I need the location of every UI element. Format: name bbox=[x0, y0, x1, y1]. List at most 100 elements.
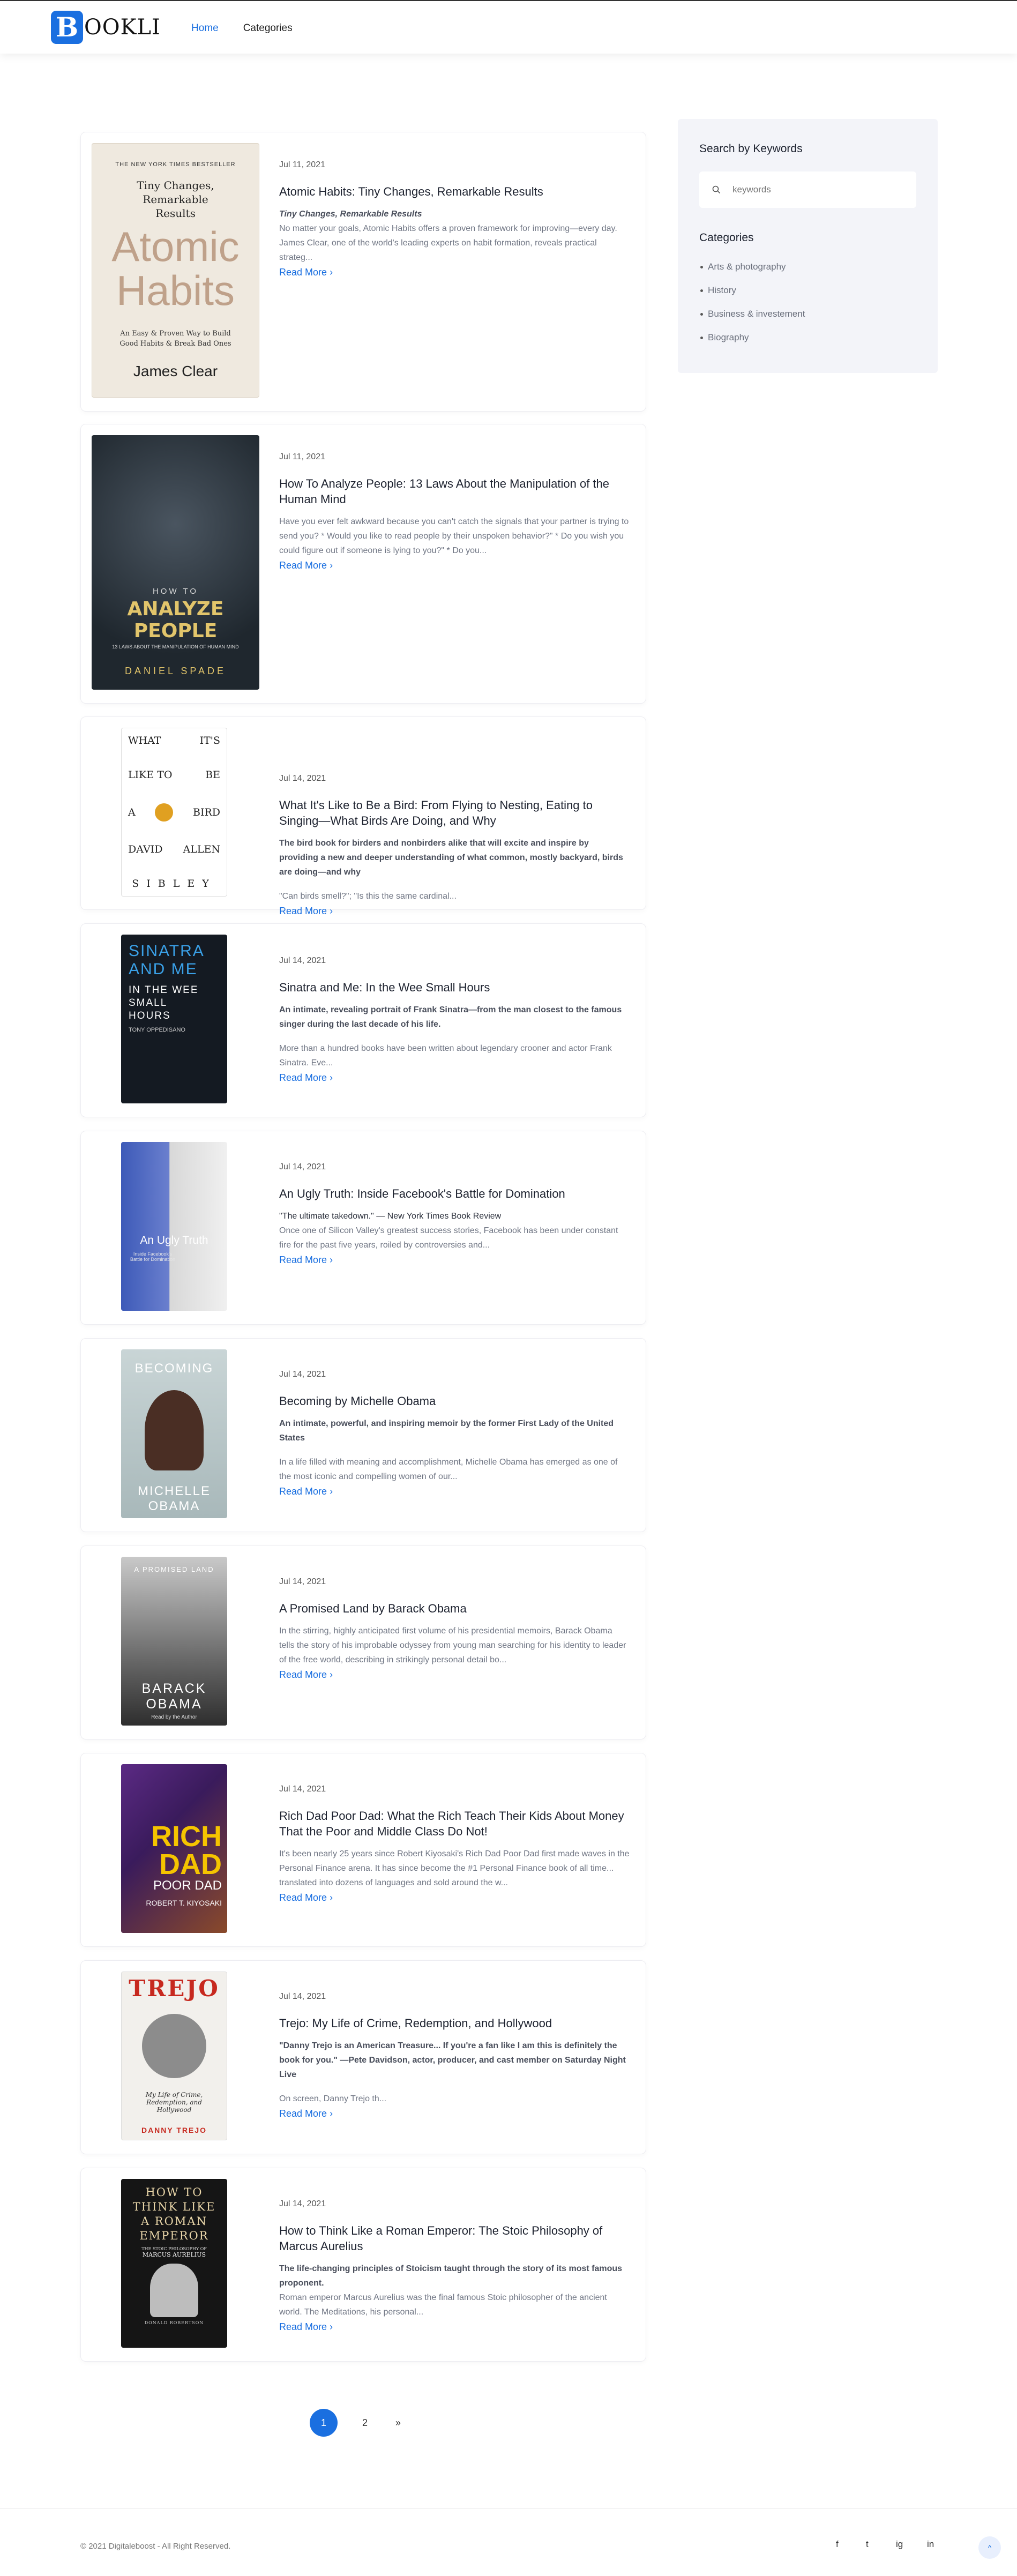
category-link[interactable]: History bbox=[700, 285, 736, 296]
cover-text: Read by the Author bbox=[151, 1714, 197, 1720]
post-card: TREJO My Life of Crime, Redemption, and … bbox=[80, 1960, 646, 2154]
read-more-link[interactable]: Read More › bbox=[279, 1072, 333, 1084]
post-title[interactable]: An Ugly Truth: Inside Facebook's Battle … bbox=[279, 1186, 630, 1201]
read-more-link[interactable]: Read More › bbox=[279, 2321, 333, 2333]
next-page-icon[interactable]: » bbox=[390, 2409, 406, 2437]
post-title[interactable]: What It's Like to Be a Bird: From Flying… bbox=[279, 797, 630, 828]
read-more-link[interactable]: Read More › bbox=[279, 1255, 333, 1266]
cover-text: 13 LAWS ABOUT THE MANIPULATION OF HUMAN … bbox=[112, 644, 239, 649]
cover-author: MICHELLE bbox=[137, 1484, 211, 1498]
read-more-link[interactable]: Read More › bbox=[279, 1486, 333, 1497]
chevron-right-icon: › bbox=[330, 1255, 333, 1265]
book-cover[interactable]: An Ugly Truth Inside Facebook's Battle f… bbox=[121, 1142, 227, 1311]
post-body: Jul 14, 2021 Rich Dad Poor Dad: What the… bbox=[279, 1784, 630, 1903]
post-card: SINATRA AND ME IN THE WEE SMALL HOURS TO… bbox=[80, 923, 646, 1117]
main-nav: Home Categories bbox=[191, 23, 293, 34]
post-title[interactable]: Sinatra and Me: In the Wee Small Hours bbox=[279, 980, 630, 995]
pagination: 1 2 » bbox=[310, 2409, 417, 2437]
cover-title: SINATRA bbox=[129, 942, 205, 960]
cover-text: BE bbox=[205, 768, 220, 781]
post-title[interactable]: Atomic Habits: Tiny Changes, Remarkable … bbox=[279, 184, 630, 199]
read-more-label: Read More bbox=[279, 906, 327, 916]
post-body: Jul 14, 2021 How to Think Like a Roman E… bbox=[279, 2199, 630, 2333]
read-more-link[interactable]: Read More › bbox=[279, 906, 333, 917]
twitter-icon[interactable]: t bbox=[866, 2539, 869, 2550]
cover-text: LIKE TO bbox=[128, 768, 173, 781]
cover-text: IT'S bbox=[199, 735, 220, 746]
post-description: No matter your goals, Atomic Habits offe… bbox=[279, 224, 617, 262]
cover-title: A ROMAN bbox=[141, 2215, 207, 2228]
read-more-label: Read More bbox=[279, 1486, 327, 1497]
book-cover[interactable]: RICH DAD POOR DAD ROBERT T. KIYOSAKI bbox=[121, 1764, 227, 1933]
read-more-link[interactable]: Read More › bbox=[279, 560, 333, 571]
cover-title: EMPEROR bbox=[139, 2229, 209, 2242]
post-card: BECOMING MICHELLE OBAMA Jul 14, 2021 Bec… bbox=[80, 1338, 646, 1532]
post-body: Jul 14, 2021 An Ugly Truth: Inside Faceb… bbox=[279, 1162, 630, 1266]
post-title[interactable]: How To Analyze People: 13 Laws About the… bbox=[279, 476, 630, 507]
post-description: More than a hundred books have been writ… bbox=[279, 1044, 612, 1067]
logo[interactable]: B OOKLI bbox=[51, 11, 161, 44]
post-title[interactable]: A Promised Land by Barack Obama bbox=[279, 1601, 630, 1616]
category-link[interactable]: Arts & photography bbox=[700, 262, 786, 272]
nav-home[interactable]: Home bbox=[191, 23, 219, 34]
cover-title: RICH bbox=[151, 1820, 222, 1853]
search-box bbox=[699, 171, 916, 208]
post-title[interactable]: Rich Dad Poor Dad: What the Rich Teach T… bbox=[279, 1808, 630, 1839]
post-title[interactable]: How to Think Like a Roman Emperor: The S… bbox=[279, 2223, 630, 2254]
book-cover[interactable]: HOW TO ANALYZE PEOPLE 13 LAWS ABOUT THE … bbox=[92, 435, 259, 690]
read-more-label: Read More bbox=[279, 2321, 327, 2332]
chevron-right-icon: › bbox=[330, 1892, 333, 1903]
cover-author: ROBERT T. KIYOSAKI bbox=[146, 1898, 222, 1907]
post-description: In the stirring, highly anticipated firs… bbox=[279, 1626, 626, 1664]
category-link[interactable]: Business & investement bbox=[700, 309, 805, 319]
search-icon bbox=[712, 185, 721, 194]
book-cover[interactable]: TREJO My Life of Crime, Redemption, and … bbox=[121, 1972, 227, 2140]
post-description: Once one of Silicon Valley's greatest su… bbox=[279, 1226, 618, 1250]
book-cover[interactable]: BECOMING MICHELLE OBAMA bbox=[121, 1349, 227, 1518]
book-cover[interactable]: WHAT IT'S LIKE TO BE A BIRD DAVID ALLEN SIBL… bbox=[121, 728, 227, 897]
portrait-image bbox=[145, 1390, 204, 1470]
instagram-icon[interactable]: ig bbox=[896, 2539, 903, 2550]
portrait-image bbox=[142, 2014, 206, 2079]
chevron-right-icon: › bbox=[330, 267, 333, 278]
post-body: Jul 14, 2021 What It's Like to Be a Bird… bbox=[279, 774, 630, 917]
linkedin-icon[interactable]: in bbox=[927, 2539, 934, 2550]
scroll-top-button[interactable]: ^ bbox=[978, 2536, 1001, 2559]
post-description: On screen, Danny Trejo th... bbox=[279, 2094, 387, 2103]
cover-title: AND ME bbox=[129, 960, 198, 978]
search-input[interactable] bbox=[732, 184, 904, 195]
cover-text: Tiny Changes, Remarkable Results bbox=[137, 178, 214, 220]
book-cover[interactable]: A PROMISED LAND BARACK OBAMA Read by the… bbox=[121, 1557, 227, 1726]
logo-text: OOKLI bbox=[84, 15, 161, 40]
cover-text: BIRD bbox=[192, 806, 220, 818]
read-more-link[interactable]: Read More › bbox=[279, 267, 333, 278]
post-card: WHAT IT'S LIKE TO BE A BIRD DAVID ALLEN SIBL… bbox=[80, 716, 646, 916]
post-description: It's been nearly 25 years since Robert K… bbox=[279, 1849, 630, 1887]
read-more-link[interactable]: Read More › bbox=[279, 1669, 333, 1681]
post-date: Jul 14, 2021 bbox=[279, 1992, 326, 2001]
post-date: Jul 14, 2021 bbox=[279, 956, 326, 965]
chevron-right-icon: › bbox=[330, 1669, 333, 1680]
post-subtitle: An intimate, revealing portrait of Frank… bbox=[279, 1005, 622, 1029]
post-date: Jul 14, 2021 bbox=[279, 2199, 326, 2208]
post-title[interactable]: Becoming by Michelle Obama bbox=[279, 1393, 630, 1409]
nav-categories[interactable]: Categories bbox=[243, 23, 293, 34]
page-2-button[interactable]: 2 bbox=[357, 2409, 373, 2437]
cover-text: An Easy & Proven Way to Build Good Habit… bbox=[119, 329, 231, 348]
book-cover[interactable]: HOW TO THINK LIKE A ROMAN EMPEROR THE ST… bbox=[121, 2179, 227, 2348]
read-more-label: Read More bbox=[279, 1669, 327, 1680]
cover-title: ANALYZE PEOPLE bbox=[127, 598, 224, 642]
book-cover[interactable]: THE NEW YORK TIMES BESTSELLER Tiny Chang… bbox=[92, 143, 259, 398]
book-cover[interactable]: SINATRA AND ME IN THE WEE SMALL HOURS TO… bbox=[121, 935, 227, 1103]
page-1-button[interactable]: 1 bbox=[310, 2409, 338, 2437]
site-header: B OOKLI Home Categories bbox=[0, 0, 1017, 54]
post-title[interactable]: Trejo: My Life of Crime, Redemption, and… bbox=[279, 2015, 630, 2031]
post-subtitle: "The ultimate takedown." — New York Time… bbox=[279, 1212, 502, 1221]
post-description: "Can birds smell?"; "Is this the same ca… bbox=[279, 892, 457, 901]
read-more-link[interactable]: Read More › bbox=[279, 1892, 333, 1903]
facebook-icon[interactable]: f bbox=[836, 2539, 839, 2550]
cover-text: THE NEW YORK TIMES BESTSELLER bbox=[115, 161, 236, 168]
category-link[interactable]: Biography bbox=[700, 332, 749, 343]
read-more-link[interactable]: Read More › bbox=[279, 2108, 333, 2119]
post-date: Jul 14, 2021 bbox=[279, 774, 326, 783]
